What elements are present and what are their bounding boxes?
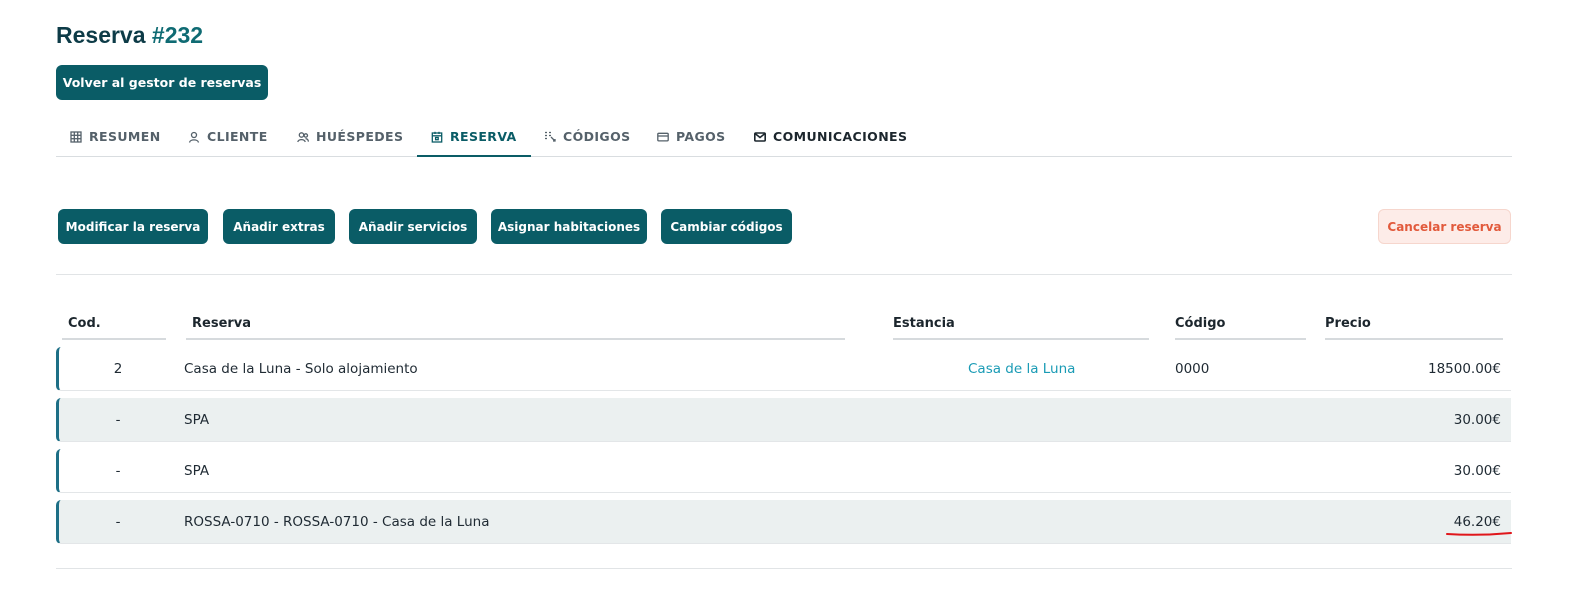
tab-label: PAGOS bbox=[676, 129, 726, 144]
reservation-number: #232 bbox=[151, 22, 204, 48]
page-title-prefix: Reserva bbox=[56, 22, 152, 48]
row-cod: 2 bbox=[113, 361, 123, 377]
row-reserva: ROSSA-0710 - ROSSA-0710 - Casa de la Lun… bbox=[184, 514, 490, 530]
tab-label: CÓDIGOS bbox=[563, 129, 631, 144]
row-precio: 18500.00€ bbox=[1427, 361, 1501, 377]
calendar-icon bbox=[431, 131, 443, 143]
tab-reserva[interactable]: RESERVA bbox=[417, 118, 531, 157]
row-cod: - bbox=[115, 514, 121, 530]
codes-icon bbox=[544, 131, 556, 143]
divider bbox=[56, 568, 1512, 569]
table-row[interactable]: - SPA 30.00€ bbox=[56, 449, 1511, 493]
row-cod: - bbox=[115, 463, 121, 479]
row-precio: 46.20€ bbox=[1453, 514, 1501, 530]
row-precio: 30.00€ bbox=[1453, 463, 1501, 479]
back-to-manager-button[interactable]: Volver al gestor de reservas bbox=[56, 65, 268, 100]
row-cod: - bbox=[115, 412, 121, 428]
table-row[interactable]: 2 Casa de la Luna - Solo alojamiento Cas… bbox=[56, 347, 1511, 391]
add-services-button[interactable]: Añadir servicios bbox=[349, 209, 477, 244]
row-codigo: 0000 bbox=[1175, 361, 1210, 377]
row-reserva: SPA bbox=[184, 412, 210, 428]
cancel-reservation-button[interactable]: Cancelar reserva bbox=[1378, 209, 1511, 244]
column-header-reserva[interactable]: Reserva bbox=[186, 316, 845, 340]
column-header-cod[interactable]: Cod. bbox=[62, 316, 166, 340]
divider bbox=[56, 274, 1512, 275]
tab-codigos[interactable]: CÓDIGOS bbox=[530, 118, 645, 155]
users-icon bbox=[297, 131, 309, 143]
red-underline-annotation bbox=[1446, 532, 1512, 536]
row-precio: 30.00€ bbox=[1453, 412, 1501, 428]
page-title: Reserva #232 bbox=[56, 22, 203, 49]
user-icon bbox=[188, 131, 200, 143]
tab-huespedes[interactable]: HUÉSPEDES bbox=[283, 118, 417, 155]
assign-rooms-button[interactable]: Asignar habitaciones bbox=[491, 209, 647, 244]
table-row[interactable]: - ROSSA-0710 - ROSSA-0710 - Casa de la L… bbox=[56, 500, 1511, 544]
tab-pagos[interactable]: PAGOS bbox=[643, 118, 740, 155]
tab-label: CLIENTE bbox=[207, 129, 268, 144]
tab-resumen[interactable]: RESUMEN bbox=[56, 118, 175, 155]
mail-icon bbox=[754, 131, 766, 143]
tab-bar: RESUMEN CLIENTE HUÉSPEDES RESERVA CÓDIGO… bbox=[56, 118, 1512, 157]
row-reserva: SPA bbox=[184, 463, 210, 479]
column-header-codigo[interactable]: Código bbox=[1175, 316, 1306, 340]
card-icon bbox=[657, 131, 669, 143]
tab-label: COMUNICACIONES bbox=[773, 129, 908, 144]
modify-reservation-button[interactable]: Modificar la reserva bbox=[58, 209, 208, 244]
tab-label: RESUMEN bbox=[89, 129, 161, 144]
grid-icon bbox=[70, 130, 82, 143]
column-header-precio[interactable]: Precio bbox=[1325, 316, 1503, 340]
table-row[interactable]: - SPA 30.00€ bbox=[56, 398, 1511, 442]
row-reserva: Casa de la Luna - Solo alojamiento bbox=[184, 361, 418, 377]
row-estancia-link[interactable]: Casa de la Luna bbox=[968, 347, 1075, 391]
tab-comunicaciones[interactable]: COMUNICACIONES bbox=[740, 118, 921, 155]
column-header-estancia[interactable]: Estancia bbox=[893, 316, 1149, 340]
add-extras-button[interactable]: Añadir extras bbox=[223, 209, 335, 244]
change-codes-button[interactable]: Cambiar códigos bbox=[661, 209, 792, 244]
tab-label: RESERVA bbox=[450, 129, 517, 144]
tab-cliente[interactable]: CLIENTE bbox=[174, 118, 282, 155]
tab-label: HUÉSPEDES bbox=[316, 129, 404, 144]
